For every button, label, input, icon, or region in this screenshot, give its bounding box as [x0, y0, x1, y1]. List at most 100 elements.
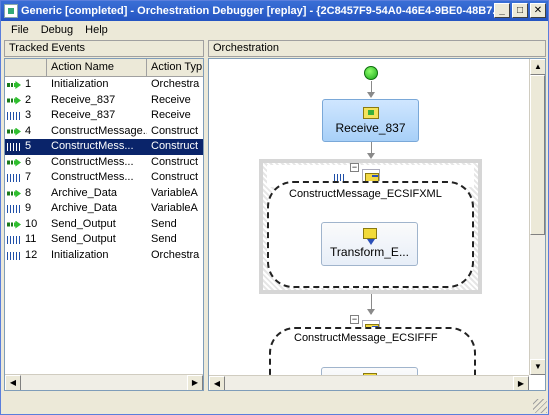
event-number-text: 2 — [25, 93, 32, 106]
event-number-text: 8 — [25, 186, 32, 199]
event-row[interactable]: 1 Initialization Orchestra — [5, 77, 203, 93]
blue-bars-icon — [7, 205, 21, 213]
event-row[interactable]: 8 Archive_Data VariableA — [5, 186, 203, 202]
event-number: 7 — [5, 170, 47, 186]
list-column-headers: Action Name Action Typ — [5, 59, 203, 77]
close-button[interactable]: ✕ — [530, 3, 546, 18]
event-number: 5 — [5, 139, 47, 155]
event-number: 11 — [5, 232, 47, 248]
event-row[interactable]: 6 ConstructMess... Construct — [5, 155, 203, 171]
action-type: Construct — [151, 155, 199, 168]
blue-bars-icon — [7, 251, 21, 260]
scroll-left-button[interactable]: ◀ — [5, 375, 21, 390]
left-horizontal-scrollbar[interactable]: ◀ ▶ — [5, 374, 203, 390]
event-number-text: 7 — [25, 171, 32, 183]
action-name: Receive_837 — [51, 93, 116, 106]
action-name: Receive_837 — [51, 109, 116, 121]
collapse-toggle[interactable]: − — [350, 163, 359, 172]
action-type: Receive — [151, 93, 191, 106]
event-number: 9 — [5, 201, 47, 217]
canvas-vertical-scrollbar[interactable]: ▲ ▼ — [529, 59, 545, 375]
maximize-button[interactable]: □ — [512, 3, 528, 18]
event-number-text: 9 — [25, 202, 32, 214]
orchestration-canvas[interactable]: Receive_837 − ConstructMessage_ECSIFXML … — [208, 58, 546, 391]
action-name: ConstructMess... — [51, 171, 134, 183]
green-arrow-icon — [7, 158, 21, 167]
scroll-down-button[interactable]: ▼ — [530, 359, 545, 375]
event-number-text: 10 — [25, 217, 38, 230]
green-arrow-icon — [7, 81, 21, 89]
receive-shape[interactable]: Receive_837 — [322, 99, 419, 142]
menu-file[interactable]: File — [5, 21, 35, 39]
action-type: Orchestra — [151, 78, 200, 90]
action-type: Send — [151, 233, 177, 245]
action-name: Initialization — [51, 248, 109, 261]
action-type: VariableA — [151, 202, 198, 214]
event-number: 10 — [5, 217, 47, 233]
event-row[interactable]: 12 Initialization Orchestra — [5, 248, 203, 264]
vertical-scroll-thumb[interactable] — [530, 75, 545, 235]
title-bar[interactable]: Generic [completed] - Orchestration Debu… — [1, 1, 548, 21]
green-arrow-icon — [7, 96, 21, 105]
tracked-events-header: Tracked Events — [4, 40, 204, 57]
action-name: ConstructMess... — [51, 140, 134, 152]
column-header-number[interactable] — [5, 59, 47, 77]
menu-debug[interactable]: Debug — [35, 21, 79, 39]
event-number: 8 — [5, 186, 47, 202]
minimize-button[interactable]: _ — [494, 3, 510, 18]
event-number-text: 12 — [25, 248, 38, 261]
transform-shape[interactable]: Transform_E... — [321, 222, 418, 266]
transform-shape-label: Transform_E... — [330, 245, 409, 259]
action-type: Construct — [151, 171, 199, 183]
event-number: 4 — [5, 124, 47, 140]
window-title: Generic [completed] - Orchestration Debu… — [21, 5, 502, 17]
column-header-action-name[interactable]: Action Name — [47, 59, 147, 77]
scroll-up-button[interactable]: ▲ — [530, 59, 545, 75]
event-row[interactable]: 10 Send_Output Send — [5, 217, 203, 233]
canvas-scroll-left-button[interactable]: ◀ — [209, 376, 225, 390]
action-name: Send_Output — [51, 233, 116, 245]
menu-help[interactable]: Help — [79, 21, 114, 39]
connector-arrow — [367, 92, 375, 98]
green-arrow-icon — [7, 127, 21, 136]
event-row[interactable]: 3 Receive_837 Receive — [5, 108, 203, 124]
canvas-horizontal-scrollbar[interactable]: ◀ ▶ — [209, 375, 529, 390]
action-type: Receive — [151, 109, 191, 121]
app-icon — [4, 4, 18, 18]
event-row[interactable]: 4 ConstructMessage... Construct — [5, 124, 203, 140]
blue-bars-icon — [7, 143, 21, 151]
action-name: Archive_Data — [51, 202, 118, 214]
collapse-toggle-2[interactable]: − — [350, 315, 359, 324]
green-arrow-icon — [7, 189, 21, 198]
canvas-scroll-right-button[interactable]: ▶ — [513, 376, 529, 390]
action-name: Archive_Data — [51, 186, 118, 199]
column-header-action-type[interactable]: Action Typ — [147, 59, 203, 77]
event-row[interactable]: 9 Archive_Data VariableA — [5, 201, 203, 217]
message-icon — [362, 107, 379, 119]
menu-bar: File Debug Help — [1, 21, 548, 39]
blue-bars-icon — [7, 236, 21, 244]
event-number-text: 6 — [25, 155, 32, 168]
event-row[interactable]: 2 Receive_837 Receive — [5, 93, 203, 109]
event-number: 6 — [5, 155, 47, 171]
blue-bars-icon — [7, 112, 21, 120]
action-name: Send_Output — [51, 217, 116, 230]
event-row[interactable]: 7 ConstructMess... Construct — [5, 170, 203, 186]
orchestration-header: Orchestration — [208, 40, 546, 57]
construct-scope-label-text: ConstructMessage_ECSIFXML — [289, 188, 442, 200]
event-row[interactable]: 11 Send_Output Send — [5, 232, 203, 248]
event-rows: 1 Initialization Orchestra 2 Receive_837 Rece… — [5, 77, 203, 264]
action-name: ConstructMess... — [51, 155, 134, 168]
scroll-right-button[interactable]: ▶ — [187, 375, 203, 390]
action-type: Send — [151, 217, 177, 230]
action-type: Construct — [151, 140, 199, 152]
resize-grip[interactable] — [533, 399, 547, 413]
event-number: 1 — [5, 77, 47, 93]
event-row[interactable]: 5 ConstructMess... Construct — [5, 139, 203, 155]
action-type: Construct — [151, 124, 199, 137]
window-controls: _ □ ✕ — [494, 3, 546, 18]
start-shape[interactable] — [364, 66, 378, 80]
event-number-text: 5 — [25, 140, 32, 152]
event-number-text: 3 — [25, 109, 32, 121]
green-arrow-icon — [7, 220, 21, 229]
